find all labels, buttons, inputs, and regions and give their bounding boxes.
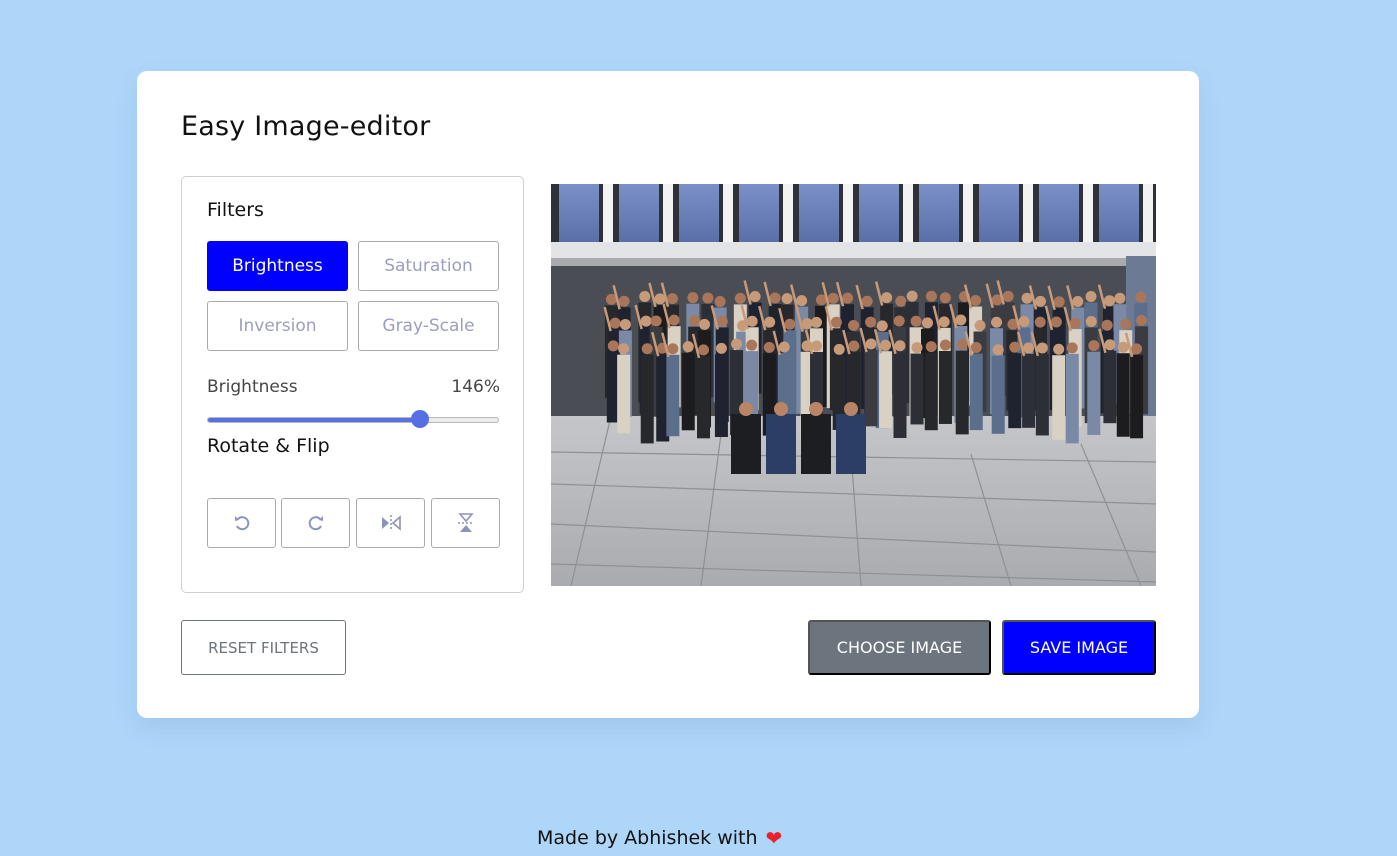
rotate-flip-heading: Rotate & Flip [207,435,330,457]
save-image-button[interactable]: SAVE IMAGE [1002,620,1156,675]
rotate-right-icon [308,516,323,531]
footer: Made by Abhishek with ❤ [537,827,782,849]
filter-grayscale-button[interactable]: Gray-Scale [358,301,499,351]
footer-text: Made by Abhishek with [537,827,758,849]
page-title: Easy Image-editor [181,111,431,142]
editor-card: Easy Image-editor Filters Brightness Sat… [137,71,1199,718]
rotate-right-button[interactable] [281,498,350,548]
rotate-left-button[interactable] [207,498,276,548]
filters-heading: Filters [207,199,264,221]
preview-photo [551,184,1156,586]
slider-info: Brightness 146% [207,377,500,397]
slider-thumb[interactable] [411,410,430,428]
filter-saturation-button[interactable]: Saturation [358,241,499,291]
filter-inversion-button[interactable]: Inversion [207,301,348,351]
slider-label: Brightness [207,377,298,397]
controls-panel: Filters Brightness Saturation Inversion … [181,176,524,593]
choose-image-button[interactable]: CHOOSE IMAGE [808,620,991,675]
slider-value: 146% [451,377,500,397]
rotate-left-icon [234,516,249,531]
flip-vertical-button[interactable] [431,498,500,548]
image-preview [551,184,1156,586]
flip-horizontal-button[interactable] [356,498,425,548]
reset-filters-button[interactable]: RESET FILTERS [181,620,346,675]
flip-horizontal-icon [381,515,401,531]
slider-fill [208,418,420,422]
brightness-slider-track[interactable] [207,417,499,423]
filter-brightness-button[interactable]: Brightness [207,241,348,291]
heart-icon: ❤ [765,826,783,850]
flip-vertical-icon [457,513,474,532]
